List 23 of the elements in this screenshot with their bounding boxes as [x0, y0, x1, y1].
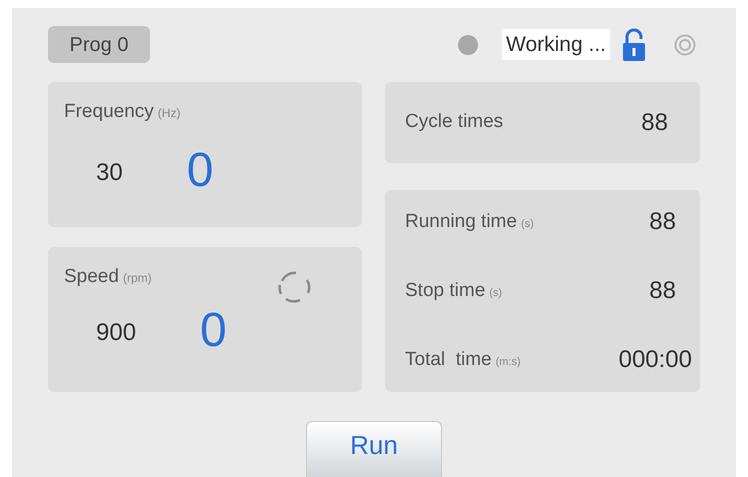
- speed-label: Speed: [64, 265, 119, 289]
- cycle-value: 88: [641, 108, 668, 138]
- actual-value: 0: [186, 146, 214, 194]
- unit-label: (Hz): [158, 105, 180, 122]
- unit-label: (s): [520, 216, 534, 232]
- setpoint-value: 900: [96, 318, 136, 348]
- unit-label: (s): [489, 286, 502, 301]
- setpoint-value: 30: [96, 158, 123, 188]
- time-label: Running time: [405, 210, 517, 234]
- time-value: 88: [649, 207, 676, 237]
- time-label: Total time: [405, 348, 492, 372]
- time-value: 88: [649, 276, 676, 306]
- unlocked-padlock-icon[interactable]: [622, 28, 646, 62]
- run-button[interactable]: Run: [306, 421, 442, 477]
- unit-label: (m:s): [496, 354, 521, 370]
- unit-label: (rpm): [122, 270, 152, 287]
- program-badge: Prog 0: [48, 26, 150, 63]
- status-text: Working ...: [502, 28, 610, 60]
- time-label: Stop time: [405, 278, 486, 303]
- cycle-label: Cycle times: [405, 110, 504, 134]
- actual-value: 0: [200, 307, 227, 355]
- time-value: 000:00: [618, 345, 692, 375]
- frequency-label: Frequency: [64, 100, 154, 124]
